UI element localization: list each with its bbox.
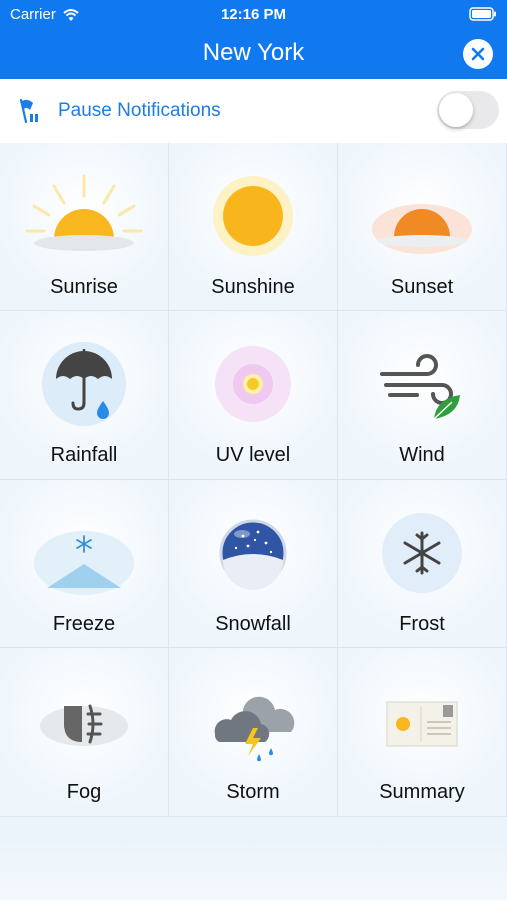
battery-icon — [469, 7, 496, 21]
sun-icon — [213, 176, 293, 256]
pause-notifications-label: Pause Notifications — [58, 100, 221, 121]
tile-label: Sunset — [390, 276, 454, 298]
status-bar: Carrier 12:16 PM — [0, 0, 507, 28]
postcard-icon — [386, 701, 458, 747]
close-button[interactable] — [463, 39, 493, 69]
pause-notifications-row: Pause Notifications — [0, 79, 507, 144]
nav-bar: New York — [0, 28, 507, 79]
bottom-empty-area — [0, 817, 507, 900]
notification-flag-icon — [19, 98, 38, 124]
tile-label: Wind — [399, 444, 445, 466]
umbrella-icon — [42, 342, 126, 426]
tile-label: UV level — [215, 444, 291, 466]
tile-fog[interactable]: Fog — [0, 648, 169, 817]
tile-label: Freeze — [52, 613, 116, 635]
fog-light-icon — [40, 704, 128, 746]
snow-globe-icon — [219, 519, 287, 590]
tile-snowfall[interactable]: Snowfall — [169, 480, 338, 648]
tile-label: Summary — [379, 781, 465, 803]
uv-icon — [215, 346, 291, 422]
wind-icon — [380, 354, 460, 420]
freeze-icon — [34, 531, 134, 595]
tile-label: Snowfall — [215, 613, 291, 635]
tile-rainfall[interactable]: Rainfall — [0, 311, 169, 480]
tile-label: Sunrise — [50, 276, 118, 298]
tile-sunshine[interactable]: Sunshine — [169, 143, 338, 311]
snowflake-icon — [382, 513, 462, 593]
tile-label: Frost — [399, 613, 445, 635]
status-time: 12:16 PM — [220, 6, 287, 23]
tile-label: Fog — [66, 781, 102, 803]
tile-sunrise[interactable]: Sunrise — [0, 143, 169, 311]
tile-summary[interactable]: Summary — [338, 648, 507, 817]
tile-wind[interactable]: Wind — [338, 311, 507, 480]
storm-cloud-icon — [214, 696, 295, 762]
tile-storm[interactable]: Storm — [169, 648, 338, 817]
tile-label: Sunshine — [211, 276, 295, 298]
tile-frost[interactable]: Frost — [338, 480, 507, 648]
tile-uv-level[interactable]: UV level — [169, 311, 338, 480]
close-icon — [471, 47, 485, 61]
sunrise-icon — [25, 174, 143, 251]
tile-freeze[interactable]: Freeze — [0, 480, 169, 648]
pause-notifications-toggle[interactable] — [437, 91, 499, 129]
page-title: New York — [202, 39, 305, 66]
tile-sunset[interactable]: Sunset — [338, 143, 507, 311]
tile-label: Rainfall — [50, 444, 118, 466]
tile-label: Storm — [226, 781, 280, 803]
sunset-icon — [372, 204, 472, 254]
weather-tile-grid: Sunrise Sunshine Sunset Rainfall UV leve… — [0, 143, 507, 817]
toggle-knob — [439, 93, 473, 127]
